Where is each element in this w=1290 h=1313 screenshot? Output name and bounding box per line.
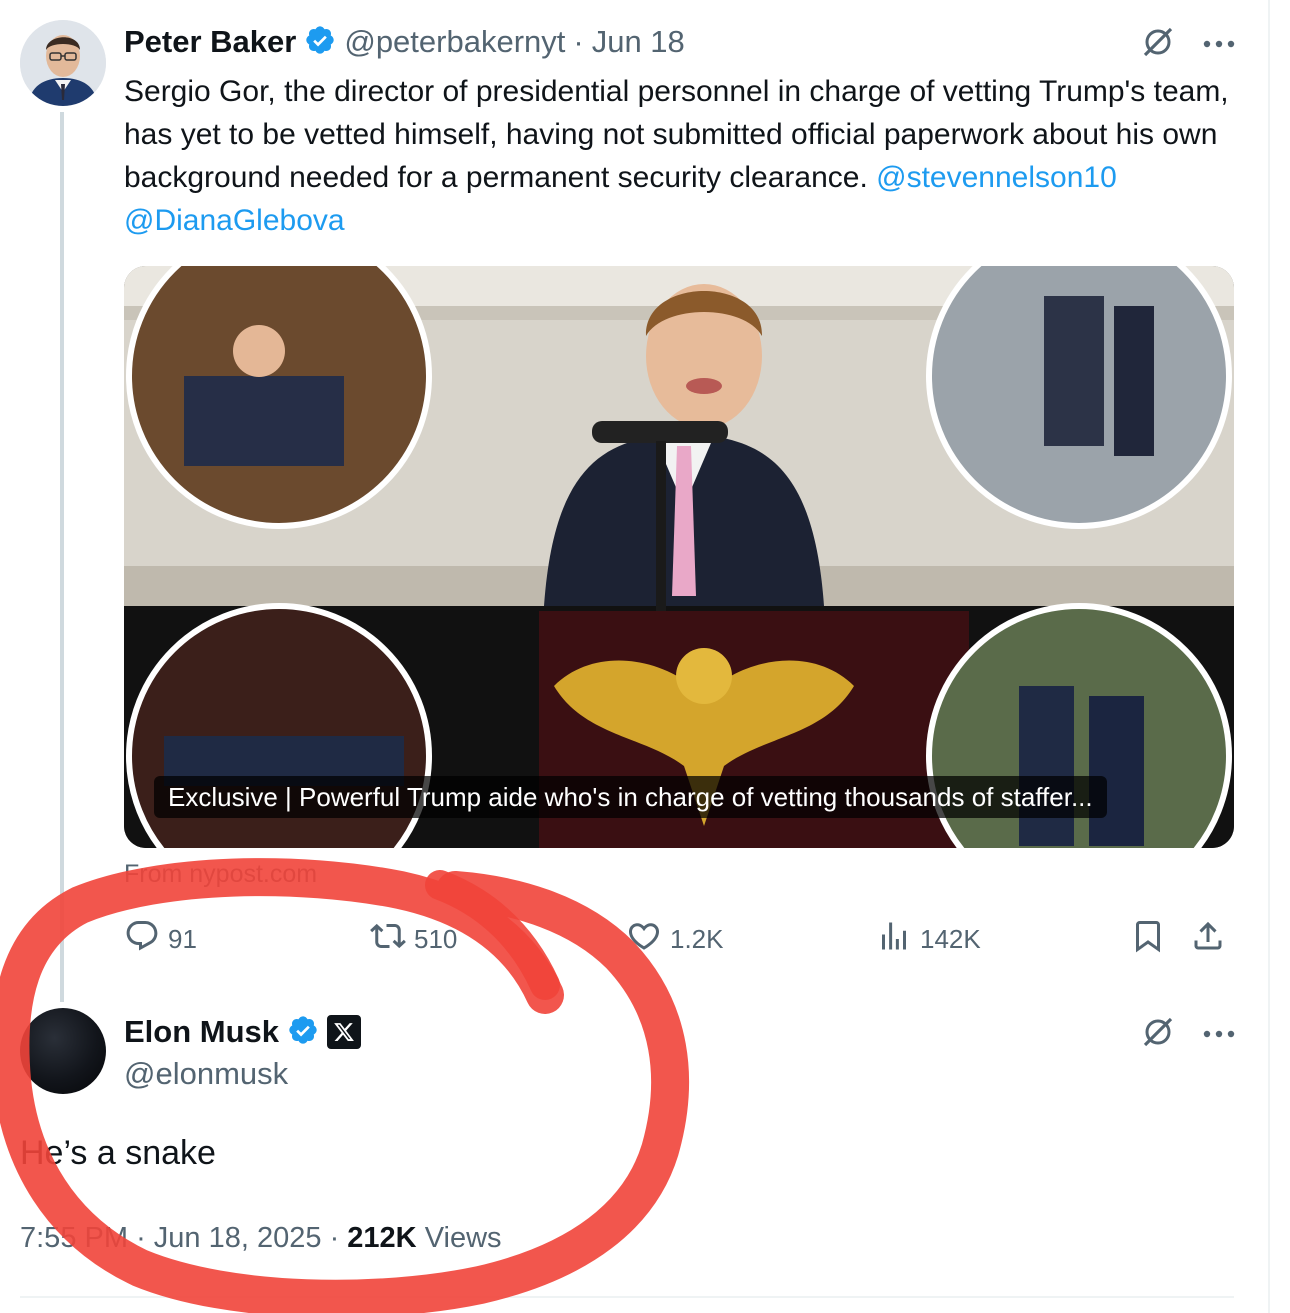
bookmark-icon <box>1130 918 1166 961</box>
views-icon <box>876 918 912 961</box>
author-handle[interactable]: @elonmusk <box>124 1056 288 1092</box>
reply-text: He’s a snake <box>20 1134 216 1172</box>
grok-icon[interactable] <box>1140 24 1176 65</box>
grok-icon[interactable] <box>1140 1014 1176 1055</box>
mention-link[interactable]: @DianaGlebova <box>124 204 345 237</box>
views-button[interactable]: 142K <box>876 918 981 961</box>
reply-icon <box>124 918 160 961</box>
separator-dot: · <box>136 1222 146 1254</box>
repost-count: 510 <box>414 924 458 954</box>
tweet-header: Peter Baker @peterbakernyt · Jun 18 <box>124 22 685 62</box>
reply-meta: 7:55 PM · Jun 18, 2025 · 212K Views <box>20 1222 502 1255</box>
reply-header: Elon Musk <box>124 1012 362 1052</box>
verified-badge-icon <box>304 24 336 61</box>
card-source[interactable]: From nypost.com <box>124 860 317 889</box>
avatar[interactable] <box>20 1008 106 1094</box>
reply-views-label: Views <box>424 1222 502 1254</box>
divider <box>20 1296 1234 1298</box>
like-icon <box>626 918 662 961</box>
reply-time[interactable]: 7:55 PM <box>20 1222 128 1254</box>
like-count: 1.2K <box>670 924 724 954</box>
separator-dot: · <box>329 1222 340 1254</box>
action-bar: 91 510 1.2K 142K <box>124 918 1234 962</box>
author-name[interactable]: Elon Musk <box>124 1014 279 1050</box>
author-name[interactable]: Peter Baker <box>124 24 296 60</box>
bookmark-button[interactable] <box>1130 918 1166 961</box>
views-count: 142K <box>920 924 981 954</box>
repost-button[interactable]: 510 <box>370 918 457 961</box>
repost-icon <box>370 918 406 961</box>
reply-count: 91 <box>168 924 197 954</box>
verified-badge-icon <box>287 1014 319 1051</box>
separator-dot: · <box>573 24 584 59</box>
reply-button[interactable]: 91 <box>124 918 197 961</box>
reply-date[interactable]: Jun 18, 2025 <box>154 1222 322 1254</box>
x-affiliation-icon[interactable] <box>327 1015 362 1049</box>
mention-link[interactable]: @stevennelson10 <box>876 161 1117 194</box>
tweet-date[interactable]: Jun 18 <box>592 24 685 60</box>
timeline-border <box>1268 0 1270 1313</box>
avatar[interactable] <box>20 20 106 106</box>
card-caption: Exclusive | Powerful Trump aide who's in… <box>154 776 1107 818</box>
link-card[interactable]: Exclusive | Powerful Trump aide who's in… <box>124 266 1234 848</box>
tweet-text: Sergio Gor, the director of presidential… <box>124 70 1234 242</box>
author-handle[interactable]: @peterbakernyt <box>344 24 565 60</box>
card-image <box>124 266 1234 848</box>
reply-top-actions <box>1140 1014 1236 1055</box>
share-button[interactable] <box>1190 918 1226 961</box>
thread-connector-line <box>60 112 64 1002</box>
like-button[interactable]: 1.2K <box>626 918 724 961</box>
reply-views-count: 212K <box>347 1222 417 1254</box>
more-icon[interactable] <box>1202 36 1236 54</box>
tweet-top-actions <box>1140 24 1236 65</box>
more-icon[interactable] <box>1202 1026 1236 1044</box>
share-icon <box>1190 918 1226 961</box>
avatar-portrait <box>20 20 106 106</box>
